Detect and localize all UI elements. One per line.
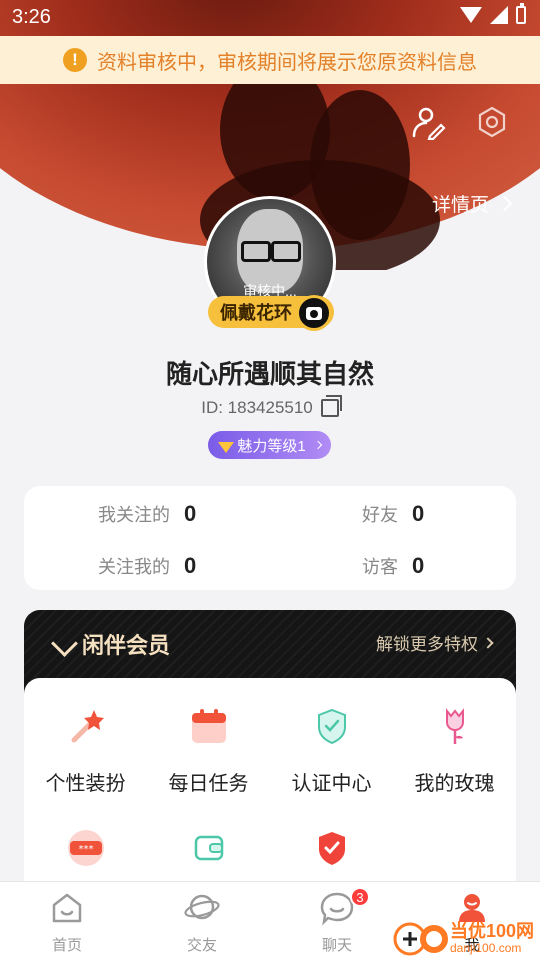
stat-following[interactable]: 我关注的 0: [98, 501, 196, 527]
follow-stats-card: 我关注的 0 好友 0 关注我的 0 访客 0: [24, 486, 516, 590]
stat-friends[interactable]: 好友 0: [362, 501, 424, 527]
stat-value: 0: [184, 553, 197, 578]
user-id-row: ID: 183425510: [0, 395, 540, 418]
review-notice-text: 资料审核中，审核期间将展示您原资料信息: [97, 51, 477, 74]
nav-label: 首页: [51, 937, 82, 954]
nickname: 随心所遇顺其自然: [165, 359, 374, 389]
feature-password-card[interactable]: ***: [24, 828, 147, 873]
vip-title-text: 闲伴会员: [82, 633, 171, 658]
feature-security[interactable]: [270, 828, 393, 873]
nav-chat[interactable]: 聊天: [287, 890, 387, 955]
shield-check-icon: [317, 708, 346, 745]
stat-label: 关注我的: [98, 557, 170, 577]
stat-followers[interactable]: 关注我的 0: [98, 553, 196, 579]
diamond-icon: [218, 441, 235, 453]
calendar-icon: [191, 709, 226, 743]
vip-unlock-link[interactable]: 解锁更多特权: [376, 630, 494, 655]
status-time: 3:26: [12, 6, 51, 28]
chevron-right-icon: [496, 195, 513, 212]
feature-label: 认证中心: [291, 773, 372, 795]
edit-profile-icon[interactable]: [410, 104, 446, 140]
detail-page-link[interactable]: 详情页: [431, 190, 513, 217]
planet-icon: [184, 894, 220, 920]
password-card-icon: ***: [67, 830, 104, 866]
home-icon: [52, 893, 82, 923]
magic-wand-icon: [71, 710, 104, 743]
site-watermark: 当优100网 danji100.com: [392, 915, 540, 959]
user-id: ID: 183425510: [201, 398, 313, 417]
feature-personal-dressup[interactable]: 个性装扮: [24, 706, 147, 796]
feature-daily-tasks[interactable]: 每日任务: [147, 706, 270, 796]
charm-level-label: 魅力等级1: [237, 437, 306, 455]
chevron-right-icon: [313, 440, 322, 450]
feature-label: 每日任务: [168, 773, 249, 795]
feature-my-roses[interactable]: 我的玫瑰: [393, 706, 516, 796]
watermark-url: danji100.com: [450, 941, 522, 955]
chat-unread-badge: 3: [350, 887, 370, 907]
svg-text:***: ***: [78, 844, 93, 855]
vip-heart-icon: [52, 634, 74, 654]
vip-title: 闲伴会员: [52, 628, 170, 660]
nav-label: 交友: [186, 937, 217, 954]
feature-grid: 个性装扮 每日任务 认证中心 我的玫瑰 ***: [24, 678, 516, 898]
signal-icon: [490, 6, 508, 24]
feature-wallet[interactable]: [147, 828, 270, 873]
profile-page: 3:26 ! 资料审核中，审核期间将展示您原资料信息 详情页 审核中... 佩戴…: [0, 0, 540, 960]
wallet-icon: [194, 835, 223, 861]
settings-icon[interactable]: [474, 104, 510, 140]
stat-value: 0: [412, 501, 425, 526]
warning-icon: !: [63, 48, 87, 72]
nav-make-friends[interactable]: 交友: [152, 890, 252, 955]
feature-label: 我的玫瑰: [414, 773, 495, 795]
stat-label: 好友: [362, 505, 398, 525]
nav-label: 聊天: [321, 937, 352, 954]
stat-label: 访客: [362, 557, 398, 577]
status-bar: 3:26: [0, 0, 540, 36]
stat-value: 0: [184, 501, 197, 526]
feature-label: 个性装扮: [45, 773, 126, 795]
chevron-right-icon: [482, 636, 494, 649]
camera-icon[interactable]: [296, 295, 332, 331]
rose-icon: [445, 708, 464, 744]
copy-icon[interactable]: [320, 395, 342, 417]
stat-visitors[interactable]: 访客 0: [362, 553, 424, 579]
charm-level-badge[interactable]: 魅力等级1: [208, 431, 331, 459]
battery-icon: [516, 3, 526, 24]
feature-verification-center[interactable]: 认证中心: [270, 706, 393, 796]
vip-unlock-label: 解锁更多特权: [376, 635, 478, 654]
stat-value: 0: [412, 553, 425, 578]
watermark-logo-icon: [393, 922, 448, 956]
stat-label: 我关注的: [98, 505, 170, 525]
nav-home[interactable]: 首页: [17, 890, 117, 955]
watermark-text: 当优100网: [450, 921, 535, 941]
detail-page-label: 详情页: [431, 195, 489, 216]
wifi-icon: [460, 7, 482, 23]
security-shield-icon: [318, 832, 345, 865]
review-notice-banner: ! 资料审核中，审核期间将展示您原资料信息: [0, 36, 540, 84]
